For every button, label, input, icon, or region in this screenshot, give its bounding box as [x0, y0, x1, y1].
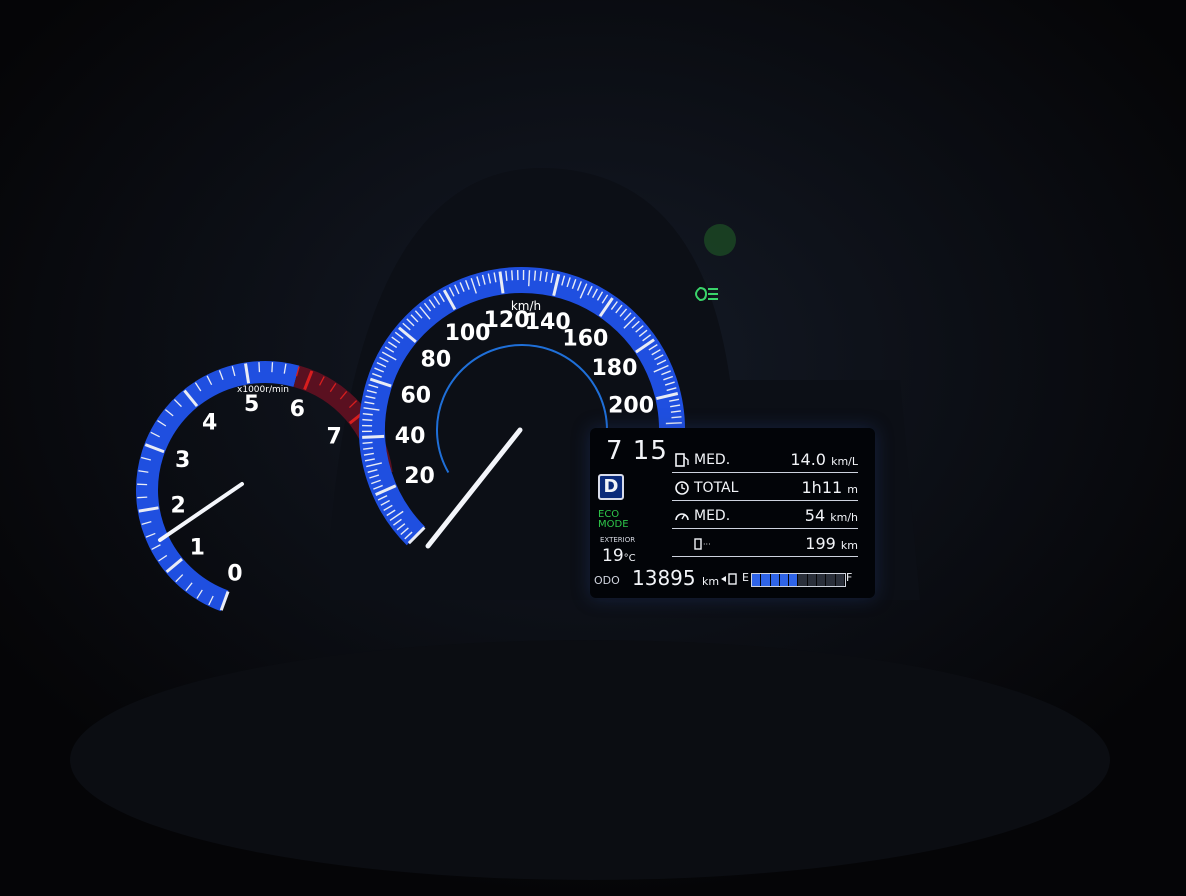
clock-icon	[675, 481, 689, 495]
exterior-temp-label: EXTERIOR	[600, 536, 636, 544]
speed-tick-label: 160	[562, 327, 608, 352]
speed-tick-label: 200	[608, 393, 654, 418]
fuel-segment	[835, 574, 845, 586]
clock-time: 7 15	[606, 436, 668, 466]
headlight-indicator-icon	[695, 286, 718, 302]
speed-unit-label: km/h	[511, 299, 541, 313]
trip-row-avg-speed: MED. 54 km/h	[672, 504, 858, 529]
range-icon: ···	[694, 538, 711, 550]
fuel-empty-label: E	[742, 571, 749, 584]
row-value-number: 14.0	[790, 450, 826, 469]
speed-tick-label: 20	[404, 464, 435, 489]
fuel-segment	[798, 574, 808, 586]
rpm-tick-label: 4	[202, 411, 217, 436]
fuel-segment	[779, 574, 790, 586]
row-label: TOTAL	[694, 480, 739, 496]
speed-tick	[533, 270, 537, 281]
row-value-unit: km/h	[830, 511, 858, 524]
row-value-number: 1h11	[801, 478, 843, 497]
speed-tick	[671, 416, 682, 419]
speed-tick	[362, 441, 373, 444]
row-value: 54 km/h	[805, 506, 858, 525]
row-value: 1h11 m	[802, 478, 859, 497]
odometer-value: 13895	[632, 566, 696, 590]
rpm-tick-label: 6	[290, 397, 305, 422]
row-value-unit: km	[840, 539, 858, 552]
rpm-tick-label: 1	[190, 535, 205, 560]
row-label: MED.	[694, 508, 731, 524]
speed-tick-label: 60	[401, 383, 432, 408]
fuel-level-bar	[751, 573, 846, 587]
rpm-tick-label: 7	[326, 425, 341, 450]
fuel-full-label: F	[846, 571, 853, 584]
speed-tick	[665, 422, 682, 425]
rpm-tick-label: 0	[227, 562, 242, 587]
fuel-segment	[807, 574, 818, 586]
row-value: 14.0 km/L	[790, 450, 858, 469]
eco-mode-indicator: ECO MODE	[598, 509, 629, 530]
fuel-gauge: E F	[720, 570, 860, 588]
odometer: 13895 km	[632, 566, 719, 590]
fuel-segment	[770, 574, 780, 586]
rpm-tick-label: 2	[171, 494, 186, 519]
row-value-number: 54	[804, 506, 826, 525]
speed-tick	[362, 434, 385, 439]
speed-tick	[362, 418, 373, 421]
speed-tick	[511, 270, 514, 281]
exterior-temp-value: 19	[602, 546, 624, 566]
multi-info-display: 7 15 D ECO MODE EXTERIOR 19°C ODO 13895 …	[590, 428, 875, 598]
exterior-temp: 19°C	[602, 546, 636, 566]
trip-row-range: ··· 199 km	[672, 532, 858, 557]
odometer-unit: km	[701, 575, 720, 588]
row-value: 199 km	[805, 534, 858, 553]
row-value-unit: km/L	[831, 455, 858, 468]
speed-tick-label: 40	[395, 424, 426, 449]
fuel-pump-icon	[721, 573, 737, 585]
fuel-segment	[789, 574, 799, 586]
rpm-unit-label: x1000r/min	[237, 385, 289, 395]
odometer-label: ODO	[594, 574, 620, 587]
fuel-pump-icon	[675, 453, 689, 467]
trip-row-avg-consumption: MED. 14.0 km/L	[672, 448, 858, 473]
rpm-tick	[271, 362, 274, 373]
rpm-tick-label: 3	[175, 448, 190, 473]
gear-indicator: D	[598, 474, 624, 500]
fuel-segment	[826, 574, 836, 586]
fuel-segment	[752, 574, 762, 586]
svg-text:···: ···	[703, 540, 711, 549]
speedometer-icon	[675, 513, 689, 521]
row-value-unit: m	[847, 483, 858, 496]
fuel-segment	[817, 574, 827, 586]
speed-tick-label: 180	[591, 356, 637, 381]
rpm-tick	[137, 496, 148, 499]
green-indicator-glow	[704, 224, 736, 256]
rpm-tick-label: 5	[244, 392, 259, 417]
row-label: MED.	[694, 452, 731, 468]
dashboard-lower-trim	[70, 640, 1110, 880]
speed-tick	[528, 270, 531, 287]
speed-tick-label: 80	[421, 347, 452, 372]
exterior-temp-unit: °C	[623, 553, 636, 564]
trip-row-total-time: TOTAL 1h11 m	[672, 476, 858, 501]
fuel-segment	[761, 574, 771, 586]
row-value-number: 199	[805, 534, 836, 553]
